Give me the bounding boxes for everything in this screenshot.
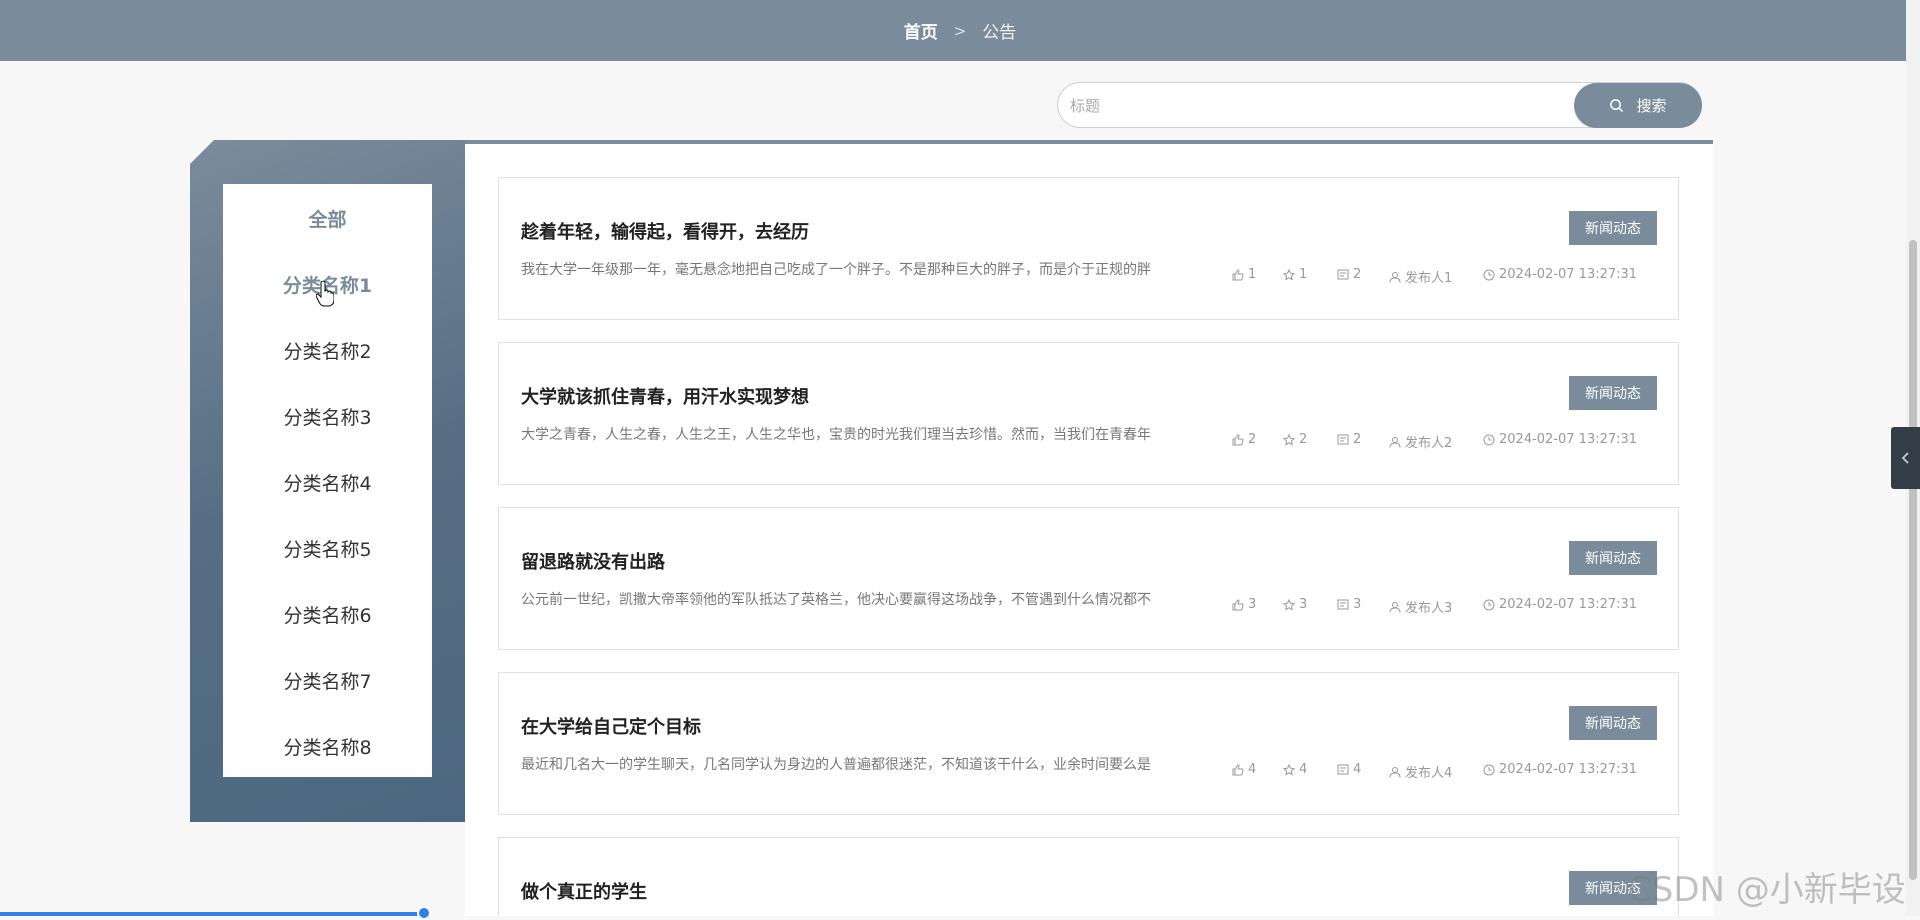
star-icon	[1283, 598, 1295, 610]
author: 发布人4	[1389, 762, 1452, 781]
clock-icon	[1483, 599, 1495, 610]
category-item-3[interactable]: 分类名称3	[223, 403, 432, 430]
breadcrumb-separator: >	[953, 21, 967, 40]
article-title[interactable]: 留退路就没有出路	[521, 548, 665, 574]
category-item-2[interactable]: 分类名称2	[223, 337, 432, 364]
author: 发布人2	[1389, 432, 1452, 451]
thumbs-up-icon	[1232, 763, 1244, 775]
breadcrumb-home-link[interactable]: 首页	[904, 18, 938, 43]
article-title[interactable]: 趁着年轻，输得起，看得开，去经历	[521, 218, 809, 244]
breadcrumb-current: 公告	[982, 23, 1017, 43]
article-excerpt: 最近和几名大一的学生聊天，几名同学认为身边的人普遍都很迷茫，不知道该干什么，业余…	[521, 757, 1151, 773]
thumbs-up-icon	[1232, 433, 1244, 445]
user-icon	[1389, 436, 1401, 448]
scrollbar-thumb[interactable]	[1909, 240, 1917, 880]
search-input[interactable]	[1068, 83, 1572, 129]
publish-time: 2024-02-07 13:27:31	[1483, 762, 1637, 777]
clock-icon	[1483, 764, 1495, 775]
breadcrumb: 首页 > 公告	[0, 0, 1920, 61]
article-title[interactable]: 做个真正的学生	[521, 878, 647, 904]
comment-count: 4	[1337, 762, 1361, 777]
article-title[interactable]: 大学就该抓住青春，用汗水实现梦想	[521, 383, 809, 409]
comment-count: 2	[1337, 432, 1361, 447]
comment-icon	[1337, 434, 1349, 444]
article-card[interactable]: 留退路就没有出路 公元前一世纪，凯撒大帝率领他的军队抵达了英格兰，他决心要赢得这…	[498, 507, 1679, 650]
hand-cursor-icon	[316, 281, 334, 307]
publish-time: 2024-02-07 13:27:31	[1483, 267, 1637, 282]
search-icon	[1610, 99, 1624, 113]
thumbs-up-icon	[1232, 268, 1244, 280]
article-excerpt: 大学之青春，人生之春，人生之王，人生之华也，宝贵的时光我们理当去珍惜。然而，当我…	[521, 427, 1151, 443]
search-button[interactable]: 搜索	[1574, 83, 1702, 128]
category-all[interactable]: 全部	[223, 205, 432, 232]
side-drawer-toggle[interactable]	[1891, 427, 1920, 489]
article-tag[interactable]: 新闻动态	[1569, 376, 1657, 410]
article-title[interactable]: 在大学给自己定个目标	[521, 713, 701, 739]
article-excerpt: 公元前一世纪，凯撒大帝率领他的军队抵达了英格兰，他决心要赢得这场战争，不管遇到什…	[521, 592, 1151, 608]
article-tag[interactable]: 新闻动态	[1569, 211, 1657, 245]
like-count: 2	[1232, 432, 1256, 447]
like-count: 1	[1232, 267, 1256, 282]
article-card[interactable]: 趁着年轻，输得起，看得开，去经历 我在大学一年级那一年，毫无悬念地把自己吃成了一…	[498, 177, 1679, 320]
category-item-6[interactable]: 分类名称6	[223, 601, 432, 628]
comment-count: 3	[1337, 597, 1361, 612]
category-item-8[interactable]: 分类名称8	[223, 733, 432, 760]
article-tag[interactable]: 新闻动态	[1569, 541, 1657, 575]
user-icon	[1389, 766, 1401, 778]
star-icon	[1283, 433, 1295, 445]
favorite-count: 3	[1283, 597, 1307, 612]
article-card[interactable]: 大学就该抓住青春，用汗水实现梦想 大学之青春，人生之春，人生之王，人生之华也，宝…	[498, 342, 1679, 485]
like-count: 4	[1232, 762, 1256, 777]
clock-icon	[1483, 269, 1495, 280]
publish-time: 2024-02-07 13:27:31	[1483, 597, 1637, 612]
category-item-7[interactable]: 分类名称7	[223, 667, 432, 694]
watermark: CSDN @小新毕设	[1628, 870, 1906, 910]
comment-icon	[1337, 599, 1349, 609]
article-excerpt: 我在大学一年级那一年，毫无悬念地把自己吃成了一个胖子。不是那种巨大的胖子，而是介…	[521, 262, 1151, 278]
favorite-count: 4	[1283, 762, 1307, 777]
category-item-5[interactable]: 分类名称5	[223, 535, 432, 562]
favorite-count: 2	[1283, 432, 1307, 447]
clock-icon	[1483, 434, 1495, 445]
chevron-left-icon	[1901, 452, 1909, 464]
article-card[interactable]: 做个真正的学生 新闻动态	[498, 837, 1679, 916]
progress-handle[interactable]	[417, 906, 431, 920]
category-item-4[interactable]: 分类名称4	[223, 469, 432, 496]
comment-icon	[1337, 764, 1349, 774]
author: 发布人3	[1389, 597, 1452, 616]
like-count: 3	[1232, 597, 1256, 612]
category-list: 全部 分类名称1 分类名称2 分类名称3 分类名称4 分类名称5 分类名称6 分…	[223, 184, 432, 777]
thumbs-up-icon	[1232, 598, 1244, 610]
search-button-label: 搜索	[1636, 97, 1667, 115]
publish-time: 2024-02-07 13:27:31	[1483, 432, 1637, 447]
star-icon	[1283, 763, 1295, 775]
favorite-count: 1	[1283, 267, 1307, 282]
author: 发布人1	[1389, 267, 1452, 286]
user-icon	[1389, 271, 1401, 283]
comment-icon	[1337, 269, 1349, 279]
article-tag[interactable]: 新闻动态	[1569, 706, 1657, 740]
star-icon	[1283, 268, 1295, 280]
progress-bar	[0, 912, 425, 916]
comment-count: 2	[1337, 267, 1361, 282]
user-icon	[1389, 601, 1401, 613]
article-card[interactable]: 在大学给自己定个目标 最近和几名大一的学生聊天，几名同学认为身边的人普遍都很迷茫…	[498, 672, 1679, 815]
